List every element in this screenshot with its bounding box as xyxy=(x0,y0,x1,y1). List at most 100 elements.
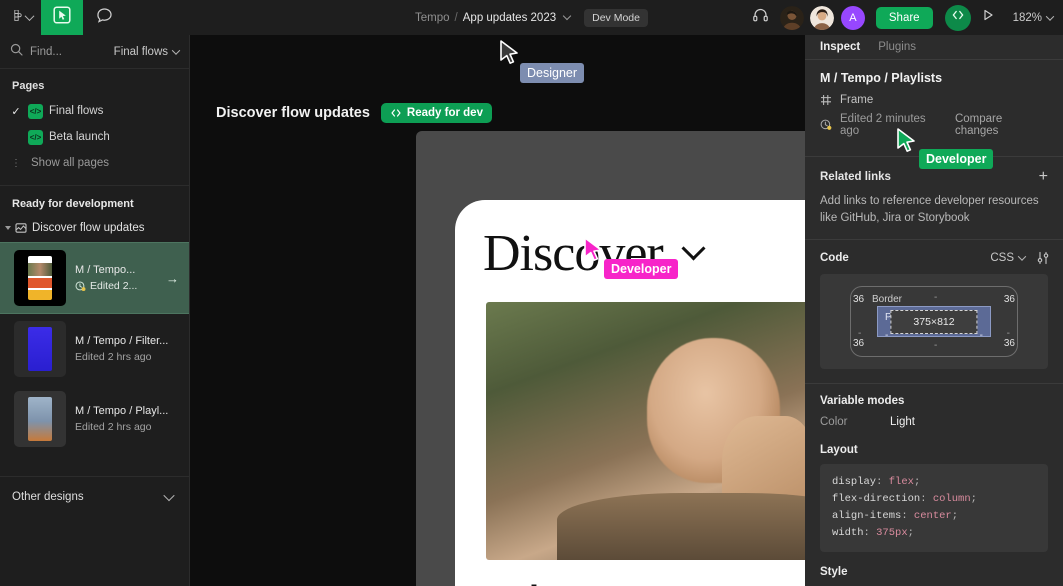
border-top-value: - xyxy=(934,291,938,303)
play-icon xyxy=(981,8,995,27)
figma-logo-icon xyxy=(10,10,23,25)
plus-icon[interactable]: + xyxy=(1039,168,1048,185)
chevron-down-icon[interactable] xyxy=(681,235,706,261)
show-all-pages-label: Show all pages xyxy=(31,157,109,169)
sidebar-page-final-flows[interactable]: ✓ </> Final flows xyxy=(0,98,189,124)
compare-changes-link[interactable]: Compare changes xyxy=(955,113,1048,137)
css-declaration: display: flex; xyxy=(832,476,921,489)
photo-shoulder xyxy=(557,492,805,560)
share-button[interactable]: Share xyxy=(875,6,933,29)
present-button[interactable] xyxy=(973,3,1003,33)
code-language-selector[interactable]: CSS xyxy=(990,252,1027,264)
flow-meta: M / Tempo / Playl... Edited 2 hrs ago xyxy=(75,405,179,433)
canvas-area[interactable]: Discover flow updates Ready for dev Disc… xyxy=(190,35,805,586)
headset-icon xyxy=(752,7,769,29)
flow-edited-label: Edited 2... xyxy=(90,280,138,292)
chevron-down-icon xyxy=(24,11,35,22)
box-model-diagram[interactable]: 36 36 36 36 Border - - - - Padding - - -… xyxy=(820,273,1048,370)
list-item[interactable]: M / Tempo / Filter... Edited 2 hrs ago xyxy=(0,314,189,384)
edited-row: Edited 2 minutes ago Compare changes xyxy=(820,113,1048,137)
search-input[interactable]: Find... xyxy=(30,46,107,58)
phone-mockup[interactable]: Discover xyxy=(455,200,805,586)
avatar[interactable] xyxy=(809,5,834,30)
code-title: Code xyxy=(820,251,849,264)
toolbar-left-group xyxy=(0,0,125,35)
flow-edited-label: Edited 2 hrs ago xyxy=(75,351,152,363)
breadcrumb-team[interactable]: Tempo xyxy=(415,12,450,24)
thumbnail-preview xyxy=(28,397,52,441)
box-model-border-label: Border xyxy=(872,293,903,305)
corner-radius-top-left: 36 xyxy=(853,293,865,305)
status-badge[interactable]: Ready for dev xyxy=(380,103,492,123)
search-row: Find... Final flows xyxy=(0,35,189,68)
comment-tool[interactable] xyxy=(83,0,125,35)
other-designs-section[interactable]: Other designs xyxy=(0,477,189,517)
code-mode-button[interactable] xyxy=(944,4,971,31)
flow-name: M / Tempo / Filter... xyxy=(75,335,169,347)
main-body: Find... Final flows Pages ✓ </> Final fl… xyxy=(0,35,1063,586)
tab-inspect[interactable]: Inspect xyxy=(820,41,860,53)
css-declaration: flex-direction: column; xyxy=(832,493,977,506)
arrow-right-icon[interactable]: → xyxy=(166,271,179,286)
selection-name: M / Tempo / Playlists xyxy=(820,71,943,86)
tab-plugins[interactable]: Plugins xyxy=(878,41,916,53)
card-photo xyxy=(486,302,805,560)
figma-dev-mode-window: Tempo / App updates 2023 Dev Mode A Shar… xyxy=(0,0,1063,586)
page-code-icon: </> xyxy=(28,103,43,119)
ready-for-development-header: Ready for development xyxy=(12,198,134,210)
related-links-title: Related links xyxy=(820,170,891,183)
avatar[interactable] xyxy=(779,5,804,30)
code-brackets-icon xyxy=(951,8,965,27)
audio-call-button[interactable] xyxy=(746,3,776,33)
css-value: center xyxy=(913,510,952,523)
flow-edited: Edited 2 hrs ago xyxy=(75,421,179,433)
css-value: flex xyxy=(888,476,914,489)
sliders-icon xyxy=(1036,251,1050,265)
chevron-down-icon[interactable] xyxy=(562,11,572,21)
code-settings-button[interactable] xyxy=(1036,251,1050,265)
css-property: display xyxy=(832,476,877,489)
more-vertical-icon: ⋮ xyxy=(11,157,21,169)
flow-group-discover-flow-updates[interactable]: Discover flow updates xyxy=(0,218,189,242)
flows-selector[interactable]: Final flows xyxy=(113,45,181,58)
css-value: 375px xyxy=(876,527,908,540)
dev-mode-cursor-tool[interactable] xyxy=(41,0,83,35)
variable-mode-value: Light xyxy=(890,416,915,429)
related-links-header: Related links + xyxy=(805,157,1063,185)
padding-left-value: - xyxy=(885,329,889,341)
show-all-pages-button[interactable]: ⋮ Show all pages xyxy=(0,150,189,176)
recent-clock-icon xyxy=(820,119,832,131)
caret-down-icon xyxy=(5,226,11,230)
zoom-control[interactable]: 182% xyxy=(1013,12,1055,24)
variable-mode-row[interactable]: Color Light xyxy=(805,416,1063,440)
other-designs-label: Other designs xyxy=(12,491,84,503)
border-bottom-value: - xyxy=(934,340,938,352)
figma-menu-button[interactable] xyxy=(0,0,41,35)
layout-code-block[interactable]: display: flex; flex-direction: column; a… xyxy=(820,464,1048,553)
collaborator-cursor-designer: Designer xyxy=(498,39,585,83)
sidebar-page-label: Final flows xyxy=(49,105,104,117)
flows-selector-label: Final flows xyxy=(113,45,168,58)
breadcrumb-separator: / xyxy=(454,11,458,24)
corner-radius-top-right: 36 xyxy=(1003,293,1015,305)
chevron-down-icon xyxy=(1017,252,1027,261)
variable-modes-title: Variable modes xyxy=(820,395,905,408)
css-property: flex-direction xyxy=(832,493,921,506)
sidebar-page-beta-launch[interactable]: </> Beta launch xyxy=(0,124,189,150)
inspect-panel-tabs: Inspect Plugins xyxy=(805,35,1063,59)
css-value: column xyxy=(932,493,971,506)
corner-radius-bottom-right: 36 xyxy=(1003,338,1015,350)
avatar-initial[interactable]: A xyxy=(840,5,865,30)
list-item[interactable]: M / Tempo... Edited 2... → xyxy=(0,242,189,314)
breadcrumb-file[interactable]: App updates 2023 xyxy=(463,12,556,24)
flow-thumbnail xyxy=(14,391,66,447)
dev-mode-badge[interactable]: Dev Mode xyxy=(584,8,648,27)
css-property: width xyxy=(832,527,864,540)
list-item[interactable]: M / Tempo / Playl... Edited 2 hrs ago xyxy=(0,384,189,454)
flow-thumbnail xyxy=(14,321,66,377)
search-icon xyxy=(10,43,23,61)
dev-mode-cursor-icon xyxy=(53,6,71,29)
flow-thumbnail xyxy=(14,250,66,306)
card-title: Palm Trees xyxy=(455,560,805,586)
chevron-down-icon xyxy=(171,45,181,55)
